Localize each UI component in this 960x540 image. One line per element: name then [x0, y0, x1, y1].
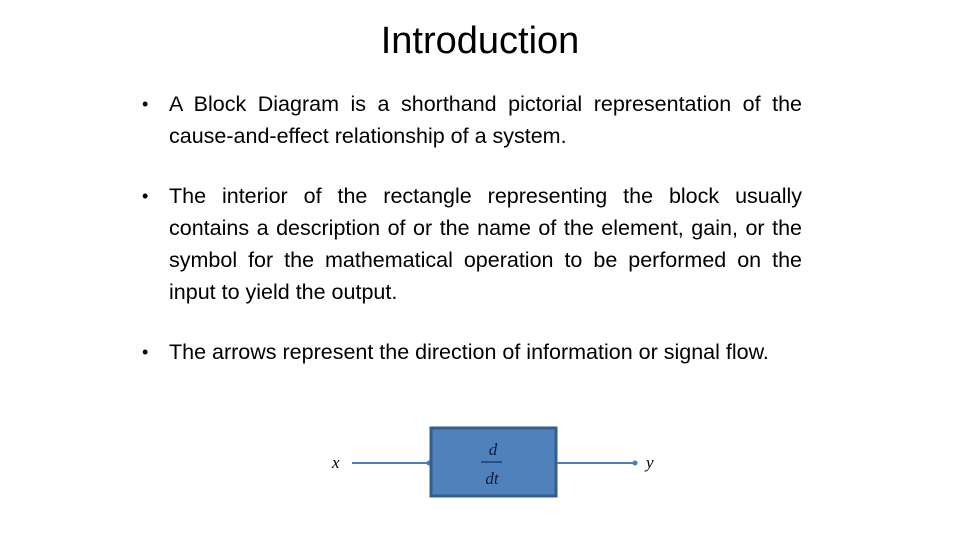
output-arrowhead-icon: [632, 460, 638, 466]
block-diagram: x d dt y: [331, 426, 654, 498]
input-label: x: [331, 453, 340, 472]
output-label: y: [644, 453, 654, 472]
block-numerator: d: [489, 440, 498, 459]
block-denominator: dt: [485, 469, 500, 488]
